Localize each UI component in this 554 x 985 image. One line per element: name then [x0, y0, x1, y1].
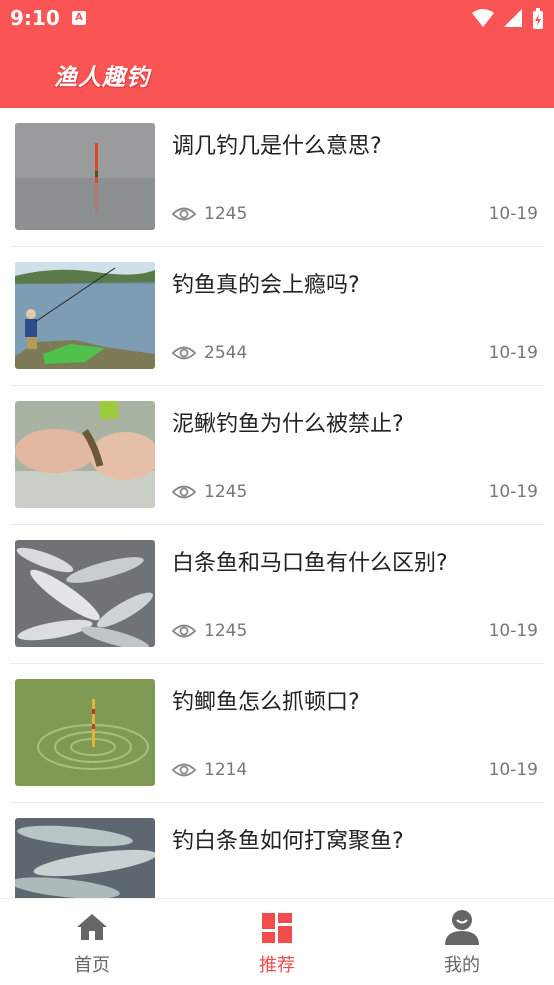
wifi-icon: [471, 9, 494, 27]
status-icons: [468, 8, 544, 30]
article-title: 钓白条鱼如何打窝聚鱼?: [172, 829, 404, 854]
article-thumbnail: [15, 818, 155, 898]
article-title: 钓鲫鱼怎么抓顿口?: [172, 690, 360, 715]
notification-icon: A: [72, 11, 86, 25]
article-thumbnail: [15, 123, 155, 230]
list-item[interactable]: 钓鲫鱼怎么抓顿口? 1214 10-19: [10, 664, 544, 803]
article-thumbnail: [15, 540, 155, 647]
article-date: 10-19: [488, 760, 538, 780]
app-header: 9:10 A 渔人趣钓: [0, 0, 554, 108]
article-date: 10-19: [488, 204, 538, 224]
article-title: 调几钓几是什么意思?: [172, 134, 382, 159]
status-bar: 9:10 A: [0, 0, 554, 40]
view-count-value: 1245: [204, 621, 248, 641]
tab-recommend-label: 推荐: [259, 955, 295, 976]
article-title: 泥鳅钓鱼为什么被禁止?: [172, 412, 404, 437]
article-date: 10-19: [488, 621, 538, 641]
status-time: 9:10: [10, 6, 60, 30]
list-item[interactable]: 泥鳅钓鱼为什么被禁止? 1245 10-19: [10, 386, 544, 525]
view-count-value: 1214: [204, 760, 248, 780]
home-icon: [77, 914, 107, 940]
article-list[interactable]: 调几钓几是什么意思? 1245 10-19 钓鱼真的会上瘾吗? 2544 10-…: [0, 108, 554, 898]
tab-home[interactable]: 首页: [0, 899, 184, 985]
tab-recommend[interactable]: 推荐: [185, 899, 369, 985]
article-thumbnail: [15, 679, 155, 786]
article-title: 钓鱼真的会上瘾吗?: [172, 273, 360, 298]
app-title: 渔人趣钓: [54, 65, 150, 91]
view-count: 1245: [172, 204, 247, 224]
tab-mine[interactable]: 我的: [370, 899, 554, 985]
view-count-value: 1245: [204, 204, 248, 224]
list-item[interactable]: 钓鱼真的会上瘾吗? 2544 10-19: [10, 247, 544, 386]
view-count-value: 1245: [204, 482, 248, 502]
list-item[interactable]: 白条鱼和马口鱼有什么区别? 1245 10-19: [10, 525, 544, 664]
tab-mine-label: 我的: [444, 955, 480, 976]
article-date: 10-19: [488, 482, 538, 502]
view-count-value: 2544: [204, 343, 248, 363]
article-date: 10-19: [488, 343, 538, 363]
eye-icon: [172, 207, 196, 221]
tab-home-label: 首页: [74, 955, 110, 976]
list-item[interactable]: 钓白条鱼如何打窝聚鱼?: [10, 803, 544, 898]
view-count: 1245: [172, 621, 247, 641]
article-thumbnail: [15, 262, 155, 369]
grid-icon: [262, 913, 292, 943]
cellular-signal-icon: [503, 9, 522, 27]
view-count: 1245: [172, 482, 247, 502]
eye-icon: [172, 346, 196, 360]
user-icon: [445, 910, 479, 945]
list-item[interactable]: 调几钓几是什么意思? 1245 10-19: [10, 108, 544, 247]
eye-icon: [172, 485, 196, 499]
eye-icon: [172, 763, 196, 777]
bottom-tab-bar: 首页 推荐 我的: [0, 898, 554, 985]
article-thumbnail: [15, 401, 155, 508]
view-count: 1214: [172, 760, 247, 780]
view-count: 2544: [172, 343, 247, 363]
eye-icon: [172, 624, 196, 638]
article-title: 白条鱼和马口鱼有什么区别?: [172, 551, 448, 576]
battery-charging-icon: [533, 8, 543, 29]
